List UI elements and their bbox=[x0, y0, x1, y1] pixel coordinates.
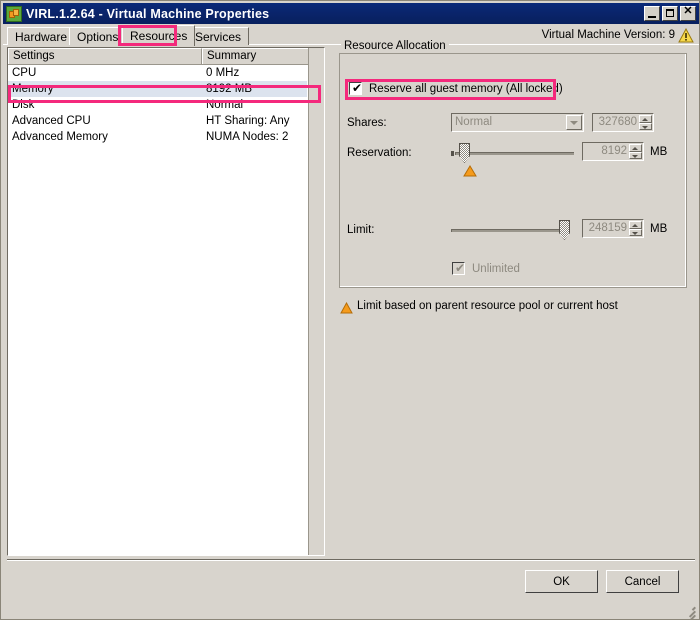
limit-value-stepper[interactable]: 248159 bbox=[582, 219, 644, 238]
reservation-label-wrap: Reservation: bbox=[347, 147, 412, 159]
setting-name: Disk bbox=[12, 99, 35, 111]
unlimited-checkbox[interactable]: ✔ bbox=[452, 261, 466, 275]
reservation-value-controls: 8192 MB bbox=[582, 142, 667, 161]
setting-name: Memory bbox=[12, 83, 54, 95]
unlimited-row[interactable]: ✔ Unlimited bbox=[452, 261, 520, 275]
reservation-warning-icon bbox=[463, 165, 477, 177]
warning-triangle-icon bbox=[678, 28, 694, 43]
table-row-memory[interactable]: Memory 8192 MB bbox=[8, 81, 307, 97]
shares-dropdown[interactable]: Normal bbox=[451, 113, 584, 132]
maximize-button[interactable] bbox=[662, 6, 678, 21]
resource-allocation-panel: Resource Allocation ✔ Reserve all guest … bbox=[333, 40, 695, 556]
limit-unit: MB bbox=[650, 222, 668, 235]
warning-triangle-icon bbox=[340, 300, 353, 314]
settings-list-panel: Settings Summary CPU 0 MHz Memory 8192 M… bbox=[7, 47, 325, 556]
limit-slider-thumb[interactable] bbox=[559, 220, 570, 240]
close-button[interactable]: ✕ bbox=[680, 6, 696, 21]
reservation-value: 8192 bbox=[601, 145, 627, 157]
vm-icon bbox=[6, 5, 22, 22]
table-row-advanced-memory[interactable]: Advanced Memory NUMA Nodes: 2 bbox=[8, 129, 307, 145]
column-header-summary[interactable]: Summary bbox=[202, 48, 310, 64]
shares-label: Shares: bbox=[347, 117, 387, 129]
reservation-stepper-down[interactable] bbox=[629, 151, 642, 159]
limit-label-wrap: Limit: bbox=[347, 224, 374, 236]
virtual-machine-properties-window: VIRL.1.2.64 - Virtual Machine Properties… bbox=[0, 0, 700, 620]
setting-summary: NUMA Nodes: 2 bbox=[206, 131, 289, 143]
reservation-slider[interactable] bbox=[451, 142, 576, 164]
table-row-advanced-cpu[interactable]: Advanced CPU HT Sharing: Any bbox=[8, 113, 307, 129]
limit-slider[interactable] bbox=[451, 219, 576, 241]
setting-summary: 0 MHz bbox=[206, 67, 240, 79]
reservation-value-stepper[interactable]: 8192 bbox=[582, 142, 644, 161]
setting-name: Advanced Memory bbox=[12, 131, 108, 143]
check-icon: ✔ bbox=[454, 261, 466, 275]
shares-controls: Normal 327680 bbox=[451, 113, 654, 132]
settings-list-scrollbar[interactable] bbox=[308, 48, 324, 555]
shares-value-stepper[interactable]: 327680 bbox=[592, 113, 654, 132]
reservation-label: Reservation: bbox=[347, 147, 412, 159]
window-controls: ✕ bbox=[644, 6, 696, 21]
shares-stepper-up[interactable] bbox=[639, 115, 652, 123]
reserve-all-label: Reserve all guest memory (All locked) bbox=[369, 82, 563, 95]
shares-label-wrap: Shares: bbox=[347, 117, 387, 129]
tab-hardware[interactable]: Hardware bbox=[7, 27, 76, 45]
cancel-button[interactable]: Cancel bbox=[606, 570, 679, 593]
chevron-down-icon[interactable] bbox=[566, 115, 582, 130]
table-row-cpu[interactable]: CPU 0 MHz bbox=[8, 65, 307, 81]
shares-value: 327680 bbox=[598, 116, 637, 128]
setting-summary: HT Sharing: Any bbox=[206, 115, 290, 127]
footer-separator bbox=[7, 559, 695, 561]
close-icon: ✕ bbox=[683, 5, 693, 17]
reserve-all-guest-memory-row[interactable]: ✔ Reserve all guest memory (All locked) bbox=[349, 81, 563, 95]
minimize-button[interactable] bbox=[644, 6, 660, 21]
setting-summary: 8192 MB bbox=[206, 83, 253, 95]
settings-list-header: Settings Summary bbox=[8, 48, 324, 65]
column-header-settings[interactable]: Settings bbox=[8, 48, 202, 64]
reservation-slider-thumb[interactable] bbox=[459, 143, 470, 163]
unlimited-label: Unlimited bbox=[472, 262, 520, 275]
resize-grip[interactable] bbox=[682, 602, 696, 619]
setting-summary: Normal bbox=[206, 99, 244, 111]
shares-dropdown-value: Normal bbox=[455, 116, 493, 128]
reserve-all-checkbox[interactable]: ✔ bbox=[349, 81, 363, 95]
table-row-disk[interactable]: Disk Normal bbox=[8, 97, 307, 113]
tab-options[interactable]: Options bbox=[69, 27, 127, 45]
limit-note-text: Limit based on parent resource pool or c… bbox=[357, 300, 618, 312]
groupbox-legend: Resource Allocation bbox=[341, 40, 449, 52]
reservation-stepper-up[interactable] bbox=[629, 144, 642, 152]
limit-label: Limit: bbox=[347, 224, 375, 236]
shares-stepper-down[interactable] bbox=[639, 122, 652, 130]
limit-value-controls: 248159 MB bbox=[582, 219, 667, 238]
setting-name: Advanced CPU bbox=[12, 115, 91, 127]
vm-version-label: Virtual Machine Version: 9 bbox=[541, 29, 675, 41]
setting-name: CPU bbox=[12, 67, 37, 79]
window-title: VIRL.1.2.64 - Virtual Machine Properties bbox=[26, 6, 270, 21]
title-bar: VIRL.1.2.64 - Virtual Machine Properties… bbox=[3, 3, 699, 24]
tab-resources[interactable]: Resources bbox=[122, 25, 196, 46]
limit-stepper-up[interactable] bbox=[629, 221, 642, 229]
settings-list-body: CPU 0 MHz Memory 8192 MB Disk Normal Adv… bbox=[8, 65, 307, 555]
ok-button[interactable]: OK bbox=[525, 570, 598, 593]
limit-stepper-down[interactable] bbox=[629, 228, 642, 236]
limit-value: 248159 bbox=[588, 222, 627, 234]
reservation-unit: MB bbox=[650, 145, 668, 158]
check-icon: ✔ bbox=[351, 81, 363, 95]
limit-note: Limit based on parent resource pool or c… bbox=[340, 300, 618, 314]
